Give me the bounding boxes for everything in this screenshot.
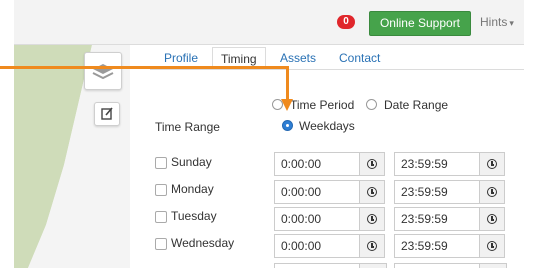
tuesday-checkbox[interactable] <box>155 211 167 223</box>
wednesday-end-time[interactable]: 23:59:59 <box>394 234 480 258</box>
wednesday-start-time[interactable]: 0:00:00 <box>274 234 360 258</box>
clock-icon <box>367 187 377 197</box>
hints-label: Hints <box>480 15 508 29</box>
next-day-start-time[interactable] <box>274 263 362 268</box>
wednesday-checkbox[interactable] <box>155 238 167 250</box>
sunday-checkbox[interactable] <box>155 157 167 169</box>
clock-icon <box>367 241 377 251</box>
sunday-start-clock-button[interactable] <box>359 152 385 176</box>
tab-assets[interactable]: Assets <box>280 51 316 65</box>
edit-button[interactable] <box>94 102 120 126</box>
monday-start-time[interactable]: 0:00:00 <box>274 180 360 204</box>
weekdays-radio[interactable] <box>282 120 293 131</box>
wednesday-end-clock-button[interactable] <box>479 234 505 258</box>
date-range-radio[interactable] <box>366 99 377 110</box>
tuesday-end-clock-button[interactable] <box>479 207 505 231</box>
tab-contact[interactable]: Contact <box>339 51 380 65</box>
clock-icon <box>487 241 497 251</box>
tuesday-start-clock-button[interactable] <box>359 207 385 231</box>
tuesday-end-time[interactable]: 23:59:59 <box>394 207 480 231</box>
tuesday-start-time[interactable]: 0:00:00 <box>274 207 360 231</box>
monday-end-time[interactable]: 23:59:59 <box>394 180 480 204</box>
time-range-label: Time Range <box>155 120 220 134</box>
clock-icon <box>487 187 497 197</box>
wednesday-start-clock-button[interactable] <box>359 234 385 258</box>
sunday-end-clock-button[interactable] <box>479 152 505 176</box>
time-period-label: Time Period <box>290 98 355 112</box>
hints-menu[interactable]: Hints ▾ <box>480 15 514 29</box>
annotation-arrow-stem <box>286 66 289 100</box>
tab-timing[interactable]: Timing <box>212 47 266 68</box>
layers-button[interactable] <box>84 52 122 90</box>
monday-start-clock-button[interactable] <box>359 180 385 204</box>
annotation-arrow-line <box>0 66 288 69</box>
next-day-row <box>130 262 524 268</box>
monday-label: Monday <box>171 182 214 196</box>
clock-icon <box>487 214 497 224</box>
sunday-end-time[interactable]: 23:59:59 <box>394 152 480 176</box>
clock-icon <box>367 214 377 224</box>
sunday-label: Sunday <box>171 155 212 169</box>
next-day-end-time[interactable] <box>394 263 482 268</box>
monday-checkbox[interactable] <box>155 184 167 196</box>
annotation-arrow-head <box>281 99 293 111</box>
top-bar: 0 Online Support Hints ▾ <box>14 0 524 45</box>
edit-icon <box>101 107 113 120</box>
wednesday-label: Wednesday <box>171 236 235 250</box>
online-support-button[interactable]: Online Support <box>369 11 471 36</box>
monday-end-clock-button[interactable] <box>479 180 505 204</box>
sunday-start-time[interactable]: 0:00:00 <box>274 152 360 176</box>
next-day-start-clock-button[interactable] <box>359 263 387 268</box>
date-range-label: Date Range <box>384 98 449 112</box>
tuesday-label: Tuesday <box>171 209 217 223</box>
clock-icon <box>367 159 377 169</box>
next-day-end-clock-button[interactable] <box>479 263 507 268</box>
notification-badge[interactable]: 0 <box>337 15 355 29</box>
clock-icon <box>487 159 497 169</box>
chevron-down-icon: ▾ <box>509 18 514 28</box>
tab-profile[interactable]: Profile <box>164 51 198 65</box>
layers-icon <box>92 64 114 80</box>
weekdays-label: Weekdays <box>299 119 355 133</box>
